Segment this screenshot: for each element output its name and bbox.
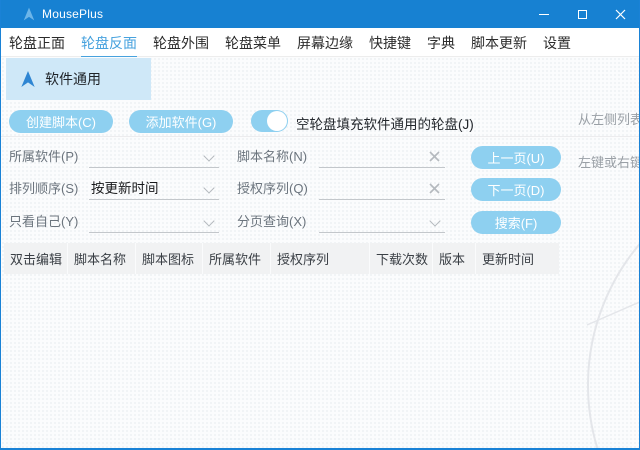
tab-wheel-outer[interactable]: 轮盘外围 bbox=[153, 27, 209, 58]
section-tab-label: 软件通用 bbox=[45, 69, 101, 89]
cursor-arrow-icon bbox=[20, 70, 36, 88]
chevron-down-icon bbox=[203, 182, 214, 193]
add-software-button[interactable]: 添加软件(G) bbox=[129, 110, 233, 133]
search-button[interactable]: 搜索(F) bbox=[471, 211, 561, 234]
tab-dictionary[interactable]: 字典 bbox=[427, 27, 455, 58]
next-page-button[interactable]: 下一页(D) bbox=[471, 178, 561, 201]
sort-order-label: 排列顺序(S) bbox=[9, 178, 78, 200]
col-script-icon[interactable]: 脚本图标 bbox=[136, 243, 203, 274]
chevron-down-icon bbox=[203, 215, 214, 226]
col-double-click-edit[interactable]: 双击编辑 bbox=[4, 243, 68, 274]
sort-order-select[interactable]: 按更新时间 bbox=[89, 178, 219, 200]
app-window: MousePlus 轮盘正面 轮盘反面 轮盘外围 轮盘菜单 屏幕边缘 快捷键 字… bbox=[0, 0, 640, 450]
owner-software-select[interactable] bbox=[89, 146, 219, 168]
close-icon bbox=[615, 9, 626, 20]
minimize-button[interactable] bbox=[525, 0, 563, 28]
clear-icon[interactable] bbox=[428, 150, 441, 163]
tab-settings[interactable]: 设置 bbox=[543, 27, 571, 58]
script-table-header: 双击编辑 脚本名称 脚本图标 所属软件 授权序列 下载次数 版本 更新时间 bbox=[4, 243, 559, 274]
script-name-input[interactable] bbox=[319, 146, 445, 168]
page-query-select[interactable] bbox=[319, 211, 445, 233]
tab-wheel-front[interactable]: 轮盘正面 bbox=[9, 27, 65, 58]
toolbar-divider bbox=[1, 136, 639, 137]
auth-serial-label: 授权序列(Q) bbox=[237, 178, 308, 200]
side-note-1: 从左侧列表 bbox=[578, 109, 640, 128]
main-tabbar: 轮盘正面 轮盘反面 轮盘外围 轮盘菜单 屏幕边缘 快捷键 字典 脚本更新 设置 bbox=[1, 28, 639, 57]
prev-page-button[interactable]: 上一页(U) bbox=[471, 146, 561, 169]
fill-empty-wheel-toggle-label: 空轮盘填充软件通用的轮盘(J) bbox=[296, 113, 474, 133]
section-tab-software-general[interactable]: 软件通用 bbox=[6, 58, 151, 100]
tab-screen-edge[interactable]: 屏幕边缘 bbox=[297, 27, 353, 58]
toggle-knob bbox=[267, 111, 287, 131]
only-mine-label: 只看自己(Y) bbox=[9, 211, 78, 233]
script-name-label: 脚本名称(N) bbox=[237, 146, 307, 168]
owner-software-label: 所属软件(P) bbox=[9, 146, 78, 168]
page-query-label: 分页查询(X) bbox=[237, 211, 306, 233]
col-download-count[interactable]: 下载次数 bbox=[370, 243, 433, 274]
maximize-button[interactable] bbox=[563, 0, 601, 28]
maximize-icon bbox=[578, 10, 587, 19]
only-mine-select[interactable] bbox=[89, 211, 219, 233]
tab-hotkeys[interactable]: 快捷键 bbox=[369, 27, 411, 58]
titlebar: MousePlus bbox=[1, 0, 639, 28]
sort-order-value: 按更新时间 bbox=[91, 181, 159, 196]
create-script-button[interactable]: 创建脚本(C) bbox=[9, 110, 113, 133]
tab-wheel-menu[interactable]: 轮盘菜单 bbox=[225, 27, 281, 58]
chevron-down-icon bbox=[429, 215, 440, 226]
clear-icon[interactable] bbox=[428, 182, 441, 195]
tab-wheel-back[interactable]: 轮盘反面 bbox=[81, 27, 137, 58]
close-button[interactable] bbox=[601, 0, 639, 28]
col-update-time[interactable]: 更新时间 bbox=[476, 243, 559, 274]
chevron-down-icon bbox=[203, 150, 214, 161]
minimize-icon bbox=[539, 14, 549, 15]
window-controls bbox=[525, 0, 639, 28]
window-title: MousePlus bbox=[42, 7, 103, 21]
col-script-name[interactable]: 脚本名称 bbox=[68, 243, 136, 274]
col-owner-software[interactable]: 所属软件 bbox=[203, 243, 271, 274]
side-note-2: 左键或右键 bbox=[578, 152, 640, 171]
col-version[interactable]: 版本 bbox=[433, 243, 476, 274]
main-content: 软件通用 创建脚本(C) 添加软件(G) 空轮盘填充软件通用的轮盘(J) 从左侧… bbox=[1, 57, 639, 448]
col-auth-serial[interactable]: 授权序列 bbox=[271, 243, 370, 274]
auth-serial-input[interactable] bbox=[319, 178, 445, 200]
app-logo-icon bbox=[22, 7, 36, 21]
tab-script-update[interactable]: 脚本更新 bbox=[471, 27, 527, 58]
fill-empty-wheel-toggle[interactable] bbox=[251, 110, 288, 132]
